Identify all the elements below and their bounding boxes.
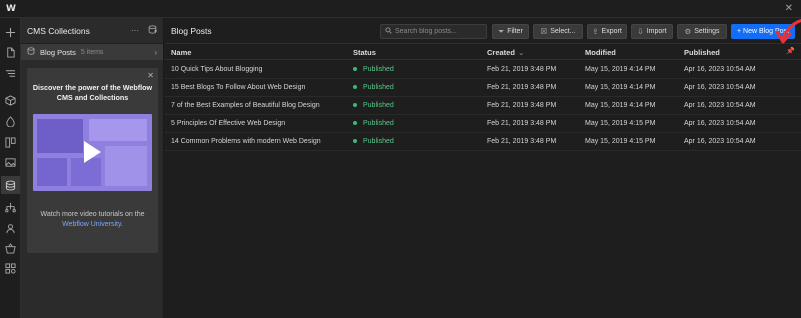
- cell-status: Published: [353, 84, 394, 91]
- cell-modified: May 15, 2019 4:14 PM: [585, 84, 656, 91]
- gear-icon: ⚙: [684, 27, 692, 36]
- column-header-published[interactable]: Published: [684, 48, 720, 57]
- chevron-right-icon: ›: [154, 47, 157, 57]
- close-icon[interactable]: ✕: [785, 3, 793, 14]
- cell-published: Apr 16, 2023 10:54 AM: [684, 84, 756, 91]
- cell-name: 10 Quick Tips About Blogging: [171, 66, 263, 73]
- export-icon: ⇪: [592, 27, 599, 36]
- column-header-status[interactable]: Status: [353, 48, 376, 57]
- cms-icon[interactable]: [1, 176, 20, 194]
- webflow-university-link[interactable]: Webflow University: [62, 221, 121, 228]
- import-icon: ⇩: [637, 27, 644, 36]
- column-header-name[interactable]: Name: [171, 48, 191, 57]
- style-icon[interactable]: [3, 114, 17, 128]
- assets-icon[interactable]: [3, 135, 17, 149]
- database-icon: [27, 47, 35, 57]
- table-row[interactable]: 14 Common Problems with modern Web Desig…: [165, 133, 801, 151]
- sort-down-icon: ⌄: [517, 48, 525, 57]
- cell-modified: May 15, 2019 4:15 PM: [585, 138, 656, 145]
- filter-button[interactable]: ⏷ Filter: [492, 24, 529, 39]
- cell-name: 15 Best Blogs To Follow About Web Design: [171, 84, 306, 91]
- webflow-logo[interactable]: W: [6, 4, 16, 14]
- components-icon[interactable]: [3, 93, 17, 107]
- cell-published: Apr 16, 2023 10:54 AM: [684, 102, 756, 109]
- select-icon: ☒: [540, 27, 548, 36]
- table-row[interactable]: 15 Best Blogs To Follow About Web Design…: [165, 79, 801, 97]
- search-input[interactable]: [395, 28, 485, 35]
- add-icon[interactable]: [3, 25, 17, 39]
- promo-card: ✕ Discover the power of the Webflow CMS …: [27, 68, 158, 253]
- more-options-icon[interactable]: ···: [131, 26, 139, 35]
- promo-title: Discover the power of the Webflow CMS an…: [32, 83, 153, 102]
- collection-settings-icon[interactable]: [148, 25, 157, 36]
- select-button[interactable]: ☒ Select...: [533, 24, 583, 39]
- cell-name: 14 Common Problems with modern Web Desig…: [171, 138, 321, 145]
- cell-created: Feb 21, 2019 3:48 PM: [487, 102, 557, 109]
- cell-created: Feb 21, 2019 3:48 PM: [487, 84, 557, 91]
- settings-button[interactable]: ⚙ Settings: [677, 24, 727, 39]
- cell-name: 5 Principles Of Effective Web Design: [171, 120, 286, 127]
- cms-collections-panel: CMS Collections ··· Blog Posts 5 items ›…: [21, 18, 164, 318]
- status-dot-icon: [353, 139, 357, 144]
- top-bar: W ✕: [0, 0, 801, 18]
- status-dot-icon: [353, 67, 357, 72]
- left-icon-rail: [0, 18, 21, 318]
- cell-modified: May 15, 2019 4:15 PM: [585, 120, 656, 127]
- users-icon[interactable]: [3, 221, 17, 235]
- cell-status: Published: [353, 102, 394, 109]
- panel-header: CMS Collections ···: [21, 18, 163, 44]
- cell-modified: May 15, 2019 4:14 PM: [585, 102, 656, 109]
- table-row[interactable]: 7 of the Best Examples of Beautiful Blog…: [165, 97, 801, 115]
- play-icon[interactable]: [84, 141, 101, 163]
- ecommerce-icon[interactable]: [3, 241, 17, 255]
- collection-name: Blog Posts: [40, 47, 76, 57]
- close-promo-icon[interactable]: ✕: [147, 71, 154, 80]
- cell-status: Published: [353, 120, 394, 127]
- toolbar: Blog Posts ⏷Filter ☒Select... ⇪Export ⇩I…: [165, 18, 801, 44]
- column-header-modified[interactable]: Modified: [585, 48, 616, 57]
- promo-text: Watch more video tutorials on the Webflo…: [40, 211, 145, 228]
- collection-item-count: 5 items: [80, 48, 104, 56]
- import-button[interactable]: ⇩ Import: [631, 24, 673, 39]
- status-dot-icon: [353, 121, 357, 126]
- filter-icon: ⏷: [498, 26, 505, 36]
- table-row[interactable]: 5 Principles Of Effective Web Design Publ…: [165, 115, 801, 133]
- cell-name: 7 of the Best Examples of Beautiful Blog…: [171, 102, 320, 109]
- logic-icon[interactable]: [3, 200, 17, 214]
- search-box[interactable]: [380, 24, 487, 39]
- cell-published: Apr 16, 2023 10:54 AM: [684, 138, 756, 145]
- cell-modified: May 15, 2019 4:14 PM: [585, 66, 656, 73]
- cell-published: Apr 16, 2023 10:54 AM: [684, 120, 756, 127]
- search-icon: [385, 27, 392, 36]
- cell-created: Feb 21, 2019 3:48 PM: [487, 138, 557, 145]
- export-button[interactable]: ⇪ Export: [587, 24, 627, 39]
- panel-title: CMS Collections: [27, 25, 90, 36]
- status-dot-icon: [353, 85, 357, 90]
- navigator-icon[interactable]: [3, 66, 17, 80]
- image-icon[interactable]: [3, 155, 17, 169]
- annotation-arrow: [775, 18, 801, 44]
- status-dot-icon: [353, 103, 357, 108]
- cell-created: Feb 21, 2019 3:48 PM: [487, 120, 557, 127]
- page-title: Blog Posts: [171, 26, 212, 36]
- collection-item-blog-posts[interactable]: Blog Posts 5 items ›: [21, 44, 163, 60]
- cell-status: Published: [353, 138, 394, 145]
- cell-status: Published: [353, 66, 394, 73]
- promo-video-thumbnail[interactable]: [33, 114, 152, 191]
- column-header-created[interactable]: Created ⌄: [487, 48, 524, 57]
- table-row[interactable]: 10 Quick Tips About Blogging Published Feb…: [165, 61, 801, 79]
- collection-content: Blog Posts ⏷Filter ☒Select... ⇪Export ⇩I…: [165, 18, 801, 318]
- table-header: Name Status Created ⌄ Modified Published …: [165, 44, 801, 60]
- apps-icon[interactable]: [3, 261, 17, 275]
- page-icon[interactable]: [3, 45, 17, 59]
- cell-created: Feb 21, 2019 3:48 PM: [487, 66, 557, 73]
- cell-published: Apr 16, 2023 10:54 AM: [684, 66, 756, 73]
- pin-icon[interactable]: 📌: [786, 47, 795, 55]
